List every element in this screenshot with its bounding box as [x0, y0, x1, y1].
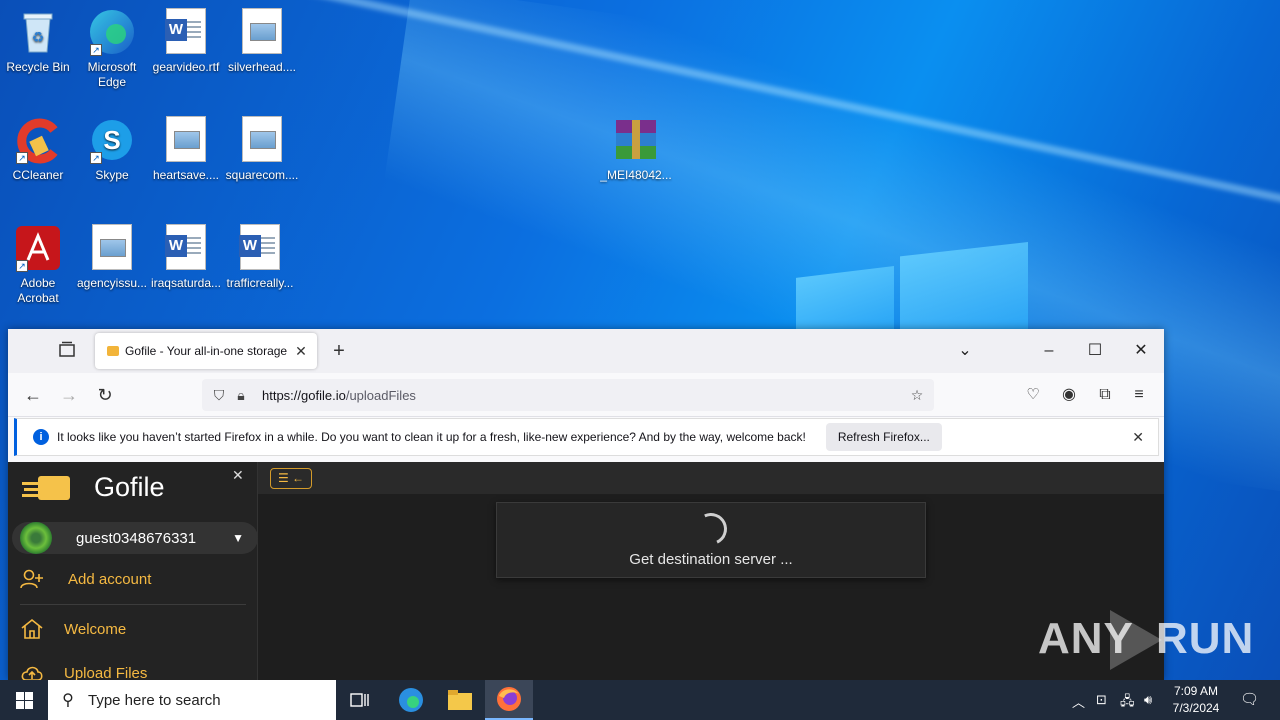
address-bar[interactable]: ⛉ 🔒︎ https://gofile.io/uploadFiles ☆: [202, 379, 934, 411]
image-file-icon: [166, 116, 206, 162]
minimize-button[interactable]: –: [1038, 341, 1060, 361]
back-button[interactable]: ←: [22, 385, 44, 407]
word-document-icon: W: [239, 224, 280, 270]
notifications-icon[interactable]: 🗨︎: [1240, 690, 1259, 708]
lock-icon[interactable]: 🔒︎: [230, 387, 252, 404]
navigation-toolbar: ← → ↻ ⛉ 🔒︎ https://gofile.io/uploadFiles…: [8, 373, 1164, 417]
taskbar-edge-icon[interactable]: [387, 680, 435, 720]
close-window-button[interactable]: ✕: [1130, 341, 1152, 361]
start-button[interactable]: [0, 680, 48, 720]
maximize-button[interactable]: ☐: [1084, 341, 1106, 361]
chevron-down-icon: ▼: [232, 531, 244, 545]
desktop-icon-adobe-acrobat[interactable]: ↗ Adobe Acrobat: [0, 224, 76, 306]
edge-icon: ↗: [88, 8, 136, 56]
loading-spinner-icon: [690, 508, 732, 550]
gofile-favicon-icon: [107, 346, 119, 356]
show-hidden-icons-chevron-icon[interactable]: ︿: [1072, 692, 1085, 711]
gofile-page: Gofile ✕ guest0348676331 ▼ Add account W…: [8, 462, 1164, 680]
tab-overview-icon[interactable]: [56, 341, 78, 361]
account-selector[interactable]: guest0348676331 ▼: [12, 522, 258, 554]
refresh-firefox-button[interactable]: Refresh Firefox...: [825, 423, 942, 451]
system-clock[interactable]: 7:09 AM 7/3/2024: [1166, 683, 1226, 717]
meet-now-icon[interactable]: ⊡: [1096, 692, 1107, 708]
desktop-icon-skype[interactable]: S ↗ Skype: [74, 116, 150, 183]
desktop-icon-gearvideo[interactable]: W gearvideo.rtf: [148, 8, 224, 75]
network-icon[interactable]: 🖧︎: [1120, 692, 1135, 714]
sidebar-item-add-account[interactable]: Add account: [20, 568, 151, 590]
add-user-icon: [20, 568, 44, 590]
tab-bar: Gofile - Your all-in-one storage ✕ + ⌄ –…: [8, 329, 1164, 373]
desktop-icon-edge[interactable]: ↗ Microsoft Edge: [74, 8, 150, 90]
bookmark-star-icon[interactable]: ☆: [906, 387, 928, 404]
forward-button[interactable]: →: [58, 385, 80, 407]
play-logo-icon: [1110, 610, 1162, 670]
winrar-archive-icon: [612, 116, 660, 164]
volume-icon[interactable]: 🔊︎: [1144, 692, 1152, 708]
upload-cloud-icon: [20, 662, 44, 680]
gofile-sidebar: Gofile ✕ guest0348676331 ▼ Add account W…: [8, 462, 258, 680]
firefox-window: Gofile - Your all-in-one storage ✕ + ⌄ –…: [8, 329, 1164, 680]
new-tab-button[interactable]: +: [328, 340, 350, 362]
tab-gofile[interactable]: Gofile - Your all-in-one storage ✕: [95, 333, 317, 369]
sidebar-divider: [20, 604, 246, 605]
desktop-icon-trafficreally[interactable]: W trafficreally...: [222, 224, 298, 291]
menu-icon[interactable]: ≡: [1128, 385, 1150, 407]
home-icon: [20, 618, 44, 640]
desktop-icon-silverhead[interactable]: silverhead....: [224, 8, 300, 75]
skype-icon: S ↗: [88, 116, 136, 164]
info-icon: i: [33, 429, 49, 445]
word-document-icon: W: [165, 8, 206, 54]
url-text[interactable]: https://gofile.io/uploadFiles: [262, 388, 906, 403]
desktop-icon-recycle-bin[interactable]: ♻ Recycle Bin: [0, 8, 76, 75]
page-topbar: ☰ ←: [258, 462, 1164, 494]
windows-logo: [796, 242, 1028, 332]
toggle-sidebar-button[interactable]: ☰ ←: [270, 468, 312, 489]
avatar: [20, 522, 52, 554]
desktop-icon-heartsave[interactable]: heartsave....: [148, 116, 224, 183]
close-tab-icon[interactable]: ✕: [293, 343, 309, 360]
desktop-icon-mei-archive[interactable]: _MEI48042...: [598, 116, 674, 183]
account-icon[interactable]: ◉: [1058, 385, 1080, 407]
image-file-icon: [92, 224, 132, 270]
sidebar-item-upload-files[interactable]: Upload Files: [20, 662, 147, 680]
close-notification-icon[interactable]: ✕: [1132, 429, 1144, 446]
desktop-icon-squarecom[interactable]: squarecom....: [224, 116, 300, 183]
upload-status-box: Get destination server ...: [496, 502, 926, 578]
svg-text:♻: ♻: [32, 29, 45, 45]
firefox-refresh-notification: i It looks like you haven’t started Fire…: [14, 418, 1159, 456]
sidebar-item-welcome[interactable]: Welcome: [20, 618, 126, 640]
reload-button[interactable]: ↻: [94, 385, 116, 407]
recycle-bin-icon: ♻: [14, 8, 62, 56]
image-file-icon: [242, 8, 282, 54]
pocket-icon[interactable]: ♡: [1022, 385, 1044, 407]
task-view-button[interactable]: [336, 680, 384, 720]
image-file-icon: [242, 116, 282, 162]
shield-icon[interactable]: ⛉: [208, 387, 230, 404]
desktop-icon-iraqsaturda[interactable]: W iraqsaturda...: [148, 224, 224, 291]
desktop-icon-ccleaner[interactable]: ↗ CCleaner: [0, 116, 76, 183]
extensions-icon[interactable]: ⧉: [1094, 385, 1116, 407]
desktop-icon-agencyissu[interactable]: agencyissu...: [74, 224, 150, 291]
brand-name: Gofile: [94, 472, 165, 502]
taskbar-file-explorer-icon[interactable]: [436, 680, 484, 720]
anyrun-watermark: ANY RUN: [1038, 608, 1253, 674]
ccleaner-icon: ↗: [14, 116, 62, 164]
close-sidebar-icon[interactable]: ✕: [232, 467, 244, 484]
word-document-icon: W: [165, 224, 206, 270]
taskbar: ⚲ Type here to search ︿ ⊡ 🖧︎ 🔊︎ 7:09 AM …: [0, 680, 1280, 720]
list-tabs-chevron-icon[interactable]: ⌄: [954, 341, 976, 361]
search-icon: ⚲: [62, 692, 74, 709]
svg-text:S: S: [103, 125, 120, 155]
gofile-logo-icon: [22, 470, 72, 506]
taskbar-search-input[interactable]: ⚲ Type here to search: [48, 680, 336, 720]
taskbar-firefox-icon[interactable]: [485, 680, 533, 720]
acrobat-icon: ↗: [14, 224, 62, 272]
